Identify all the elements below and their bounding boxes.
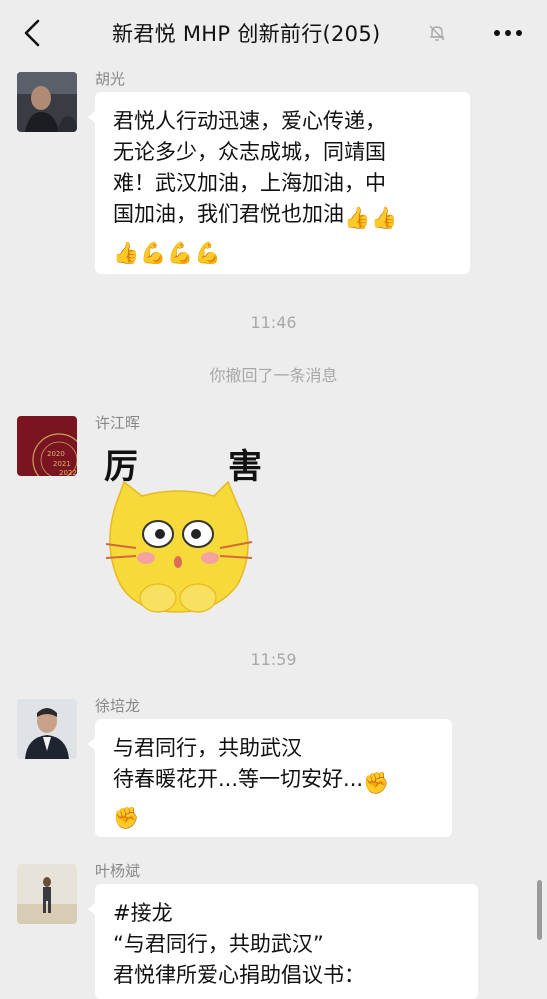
avatar[interactable]: 2020 2021 2022 — [17, 416, 77, 476]
sender-name: 许江晖 — [95, 414, 141, 432]
avatar-photo-icon — [17, 72, 77, 132]
message-line: 君悦律所爱心捐助倡议书： — [113, 963, 365, 987]
message-line: 待春暖花开...等一切安好...✊ — [113, 764, 434, 799]
thumbs-up-emoji: 👍 — [371, 206, 398, 230]
message-line: #接龙 — [113, 901, 173, 925]
avatar-photo-icon — [17, 864, 77, 924]
mute-bell-icon — [429, 25, 445, 41]
flexed-biceps-emoji: 💪 — [167, 241, 194, 265]
emoji-line: ✊ — [113, 799, 434, 834]
message-line: 难！武汉加油，上海加油，中 — [113, 171, 386, 195]
message-item: 叶杨斌 #接龙 “与君同行，共助武汉” 君悦律所爱心捐助倡议书： — [0, 858, 547, 999]
message-bubble[interactable]: 君悦人行动迅速，爱心传递， 无论多少，众志成城，同靖国 难！武汉加油，上海加油，… — [88, 92, 470, 274]
scrollbar[interactable] — [537, 880, 542, 940]
avatar-year-label: 2021 — [53, 460, 71, 468]
sticker-image[interactable]: 厉 害 — [98, 434, 268, 614]
more-dots-icon[interactable] — [491, 20, 525, 46]
avatar-photo-icon — [17, 699, 77, 759]
flexed-biceps-emoji: 💪 — [140, 241, 167, 265]
message-line: 与君同行，共助武汉 — [113, 736, 302, 760]
chat-title: 新君悦 MHP 创新前行(205) — [112, 22, 381, 46]
avatar[interactable] — [17, 72, 77, 132]
flexed-biceps-emoji: 💪 — [194, 241, 221, 265]
avatar-year-label: 2020 — [47, 450, 65, 458]
raised-fist-emoji: ✊ — [363, 771, 390, 795]
message-item: 胡光 君悦人行动迅速，爱心传递， 无论多少，众志成城，同靖国 难！武汉加油，上海… — [0, 66, 547, 276]
message-item: 徐培龙 与君同行，共助武汉 待春暖花开...等一切安好...✊ ✊ — [0, 693, 547, 843]
chat-header: 新君悦 MHP 创新前行(205) — [0, 0, 547, 66]
recall-notice: 你撤回了一条消息 — [209, 366, 338, 385]
timestamp: 11:59 — [250, 650, 297, 669]
back-arrow-icon[interactable] — [18, 18, 46, 48]
avatar[interactable] — [17, 864, 77, 924]
thumbs-up-emoji: 👍 — [113, 241, 140, 265]
message-line: 无论多少，众志成城，同靖国 — [113, 140, 386, 164]
sticker-text: 厉 — [104, 447, 138, 487]
avatar[interactable] — [17, 699, 77, 759]
message-item: 2020 2021 2022 许江晖 厉 害 — [0, 410, 547, 620]
sender-name: 徐培龙 — [95, 697, 141, 715]
message-line: 国加油，我们君悦也加油👍👍 — [113, 199, 452, 234]
emoji-line: 👍💪💪💪 — [113, 234, 452, 269]
timestamp: 11:46 — [250, 313, 297, 332]
message-bubble[interactable]: 与君同行，共助武汉 待春暖花开...等一切安好...✊ ✊ — [88, 719, 452, 837]
thumbs-up-emoji: 👍 — [344, 206, 371, 230]
message-line: “与君同行，共助武汉” — [113, 932, 324, 956]
sender-name: 胡光 — [95, 70, 126, 88]
sender-name: 叶杨斌 — [95, 862, 141, 880]
sticker-text: 害 — [228, 447, 262, 487]
message-line: 君悦人行动迅速，爱心传递， — [113, 109, 386, 133]
raised-fist-emoji: ✊ — [113, 806, 140, 830]
message-bubble[interactable]: #接龙 “与君同行，共助武汉” 君悦律所爱心捐助倡议书： — [88, 884, 478, 999]
avatar-year-label: 2022 — [59, 469, 77, 476]
avatar-calendar-icon: 2020 2021 2022 — [17, 416, 77, 476]
